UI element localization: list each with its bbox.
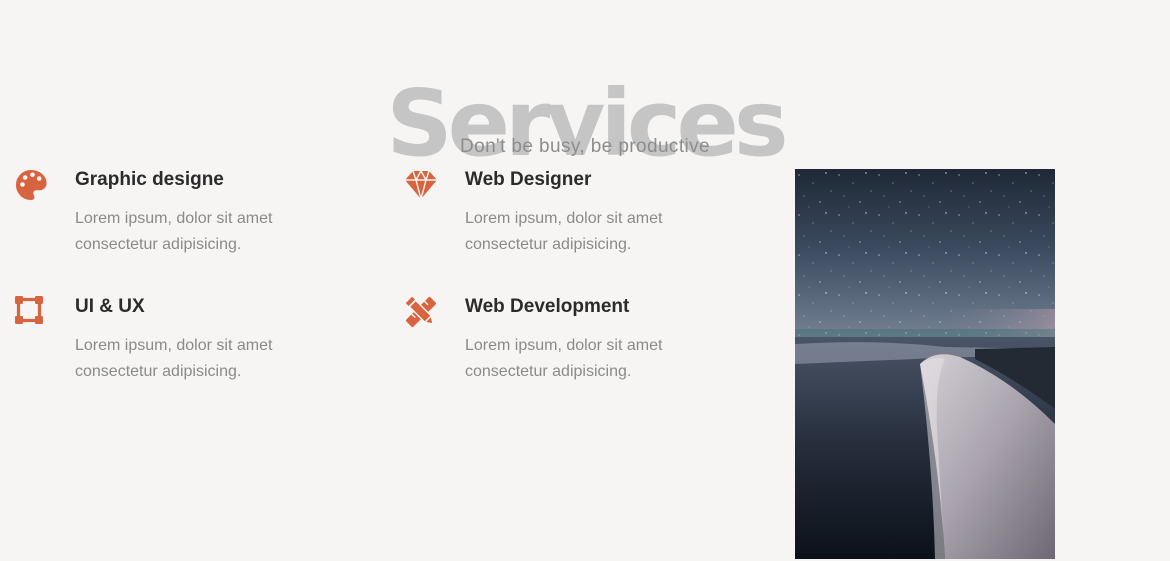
service-title: Graphic designe bbox=[75, 169, 224, 190]
service-description: Lorem ipsum, dolor sit amet consectetur … bbox=[75, 210, 273, 253]
service-description: Lorem ipsum, dolor sit amet consectetur … bbox=[465, 210, 663, 253]
service-description: Lorem ipsum, dolor sit amet consectetur … bbox=[75, 337, 273, 380]
palette-icon bbox=[15, 169, 49, 203]
vector-square-icon bbox=[15, 296, 49, 330]
service-title: Web Development bbox=[465, 296, 630, 317]
pencil-ruler-icon bbox=[405, 296, 439, 330]
service-title: Web Designer bbox=[465, 169, 592, 190]
snow-dune-night-photo bbox=[795, 169, 1055, 559]
service-description: Lorem ipsum, dolor sit amet consectetur … bbox=[465, 337, 663, 380]
service-title: UI & UX bbox=[75, 296, 145, 317]
section-subtitle: Don't be busy, be productive bbox=[459, 136, 710, 157]
diamond-icon bbox=[405, 169, 439, 203]
